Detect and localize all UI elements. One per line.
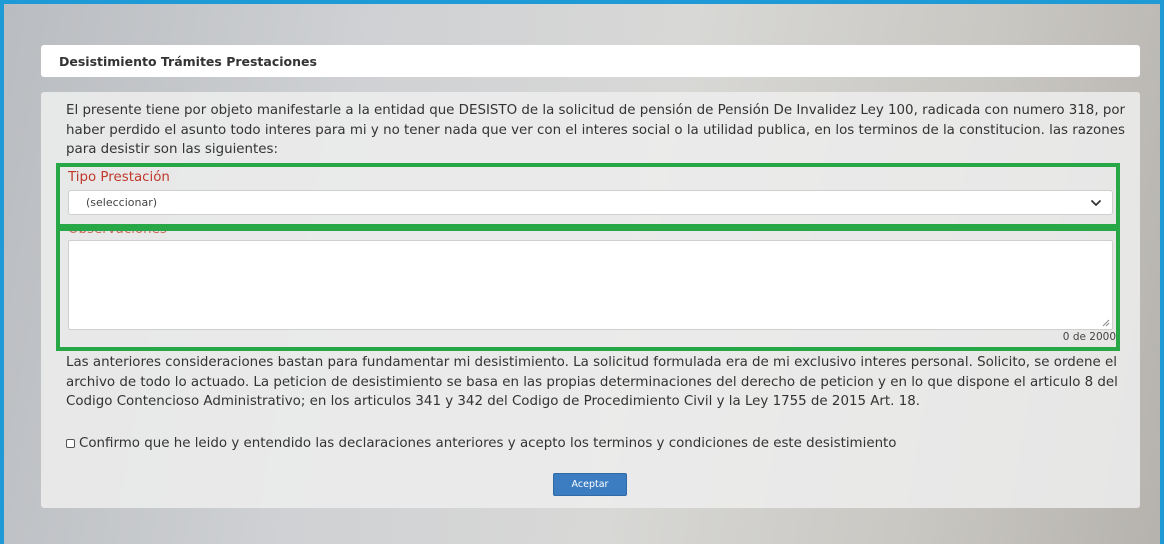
highlight-box-tipo-prestacion	[56, 163, 1120, 228]
accept-button[interactable]: Aceptar	[553, 473, 627, 496]
intro-text: El presente tiene por objeto manifestarl…	[66, 103, 1126, 157]
confirm-row: Confirmo que he leido y entendido las de…	[66, 436, 897, 451]
highlight-box-observaciones	[56, 227, 1120, 351]
confirm-label: Confirmo que he leido y entendido las de…	[79, 436, 897, 451]
page-title: Desistimiento Trámites Prestaciones	[59, 53, 317, 69]
closing-text: Las anteriores consideraciones bastan pa…	[66, 355, 1118, 409]
confirm-checkbox[interactable]	[66, 439, 75, 448]
page-header: Desistimiento Trámites Prestaciones	[41, 45, 1140, 77]
